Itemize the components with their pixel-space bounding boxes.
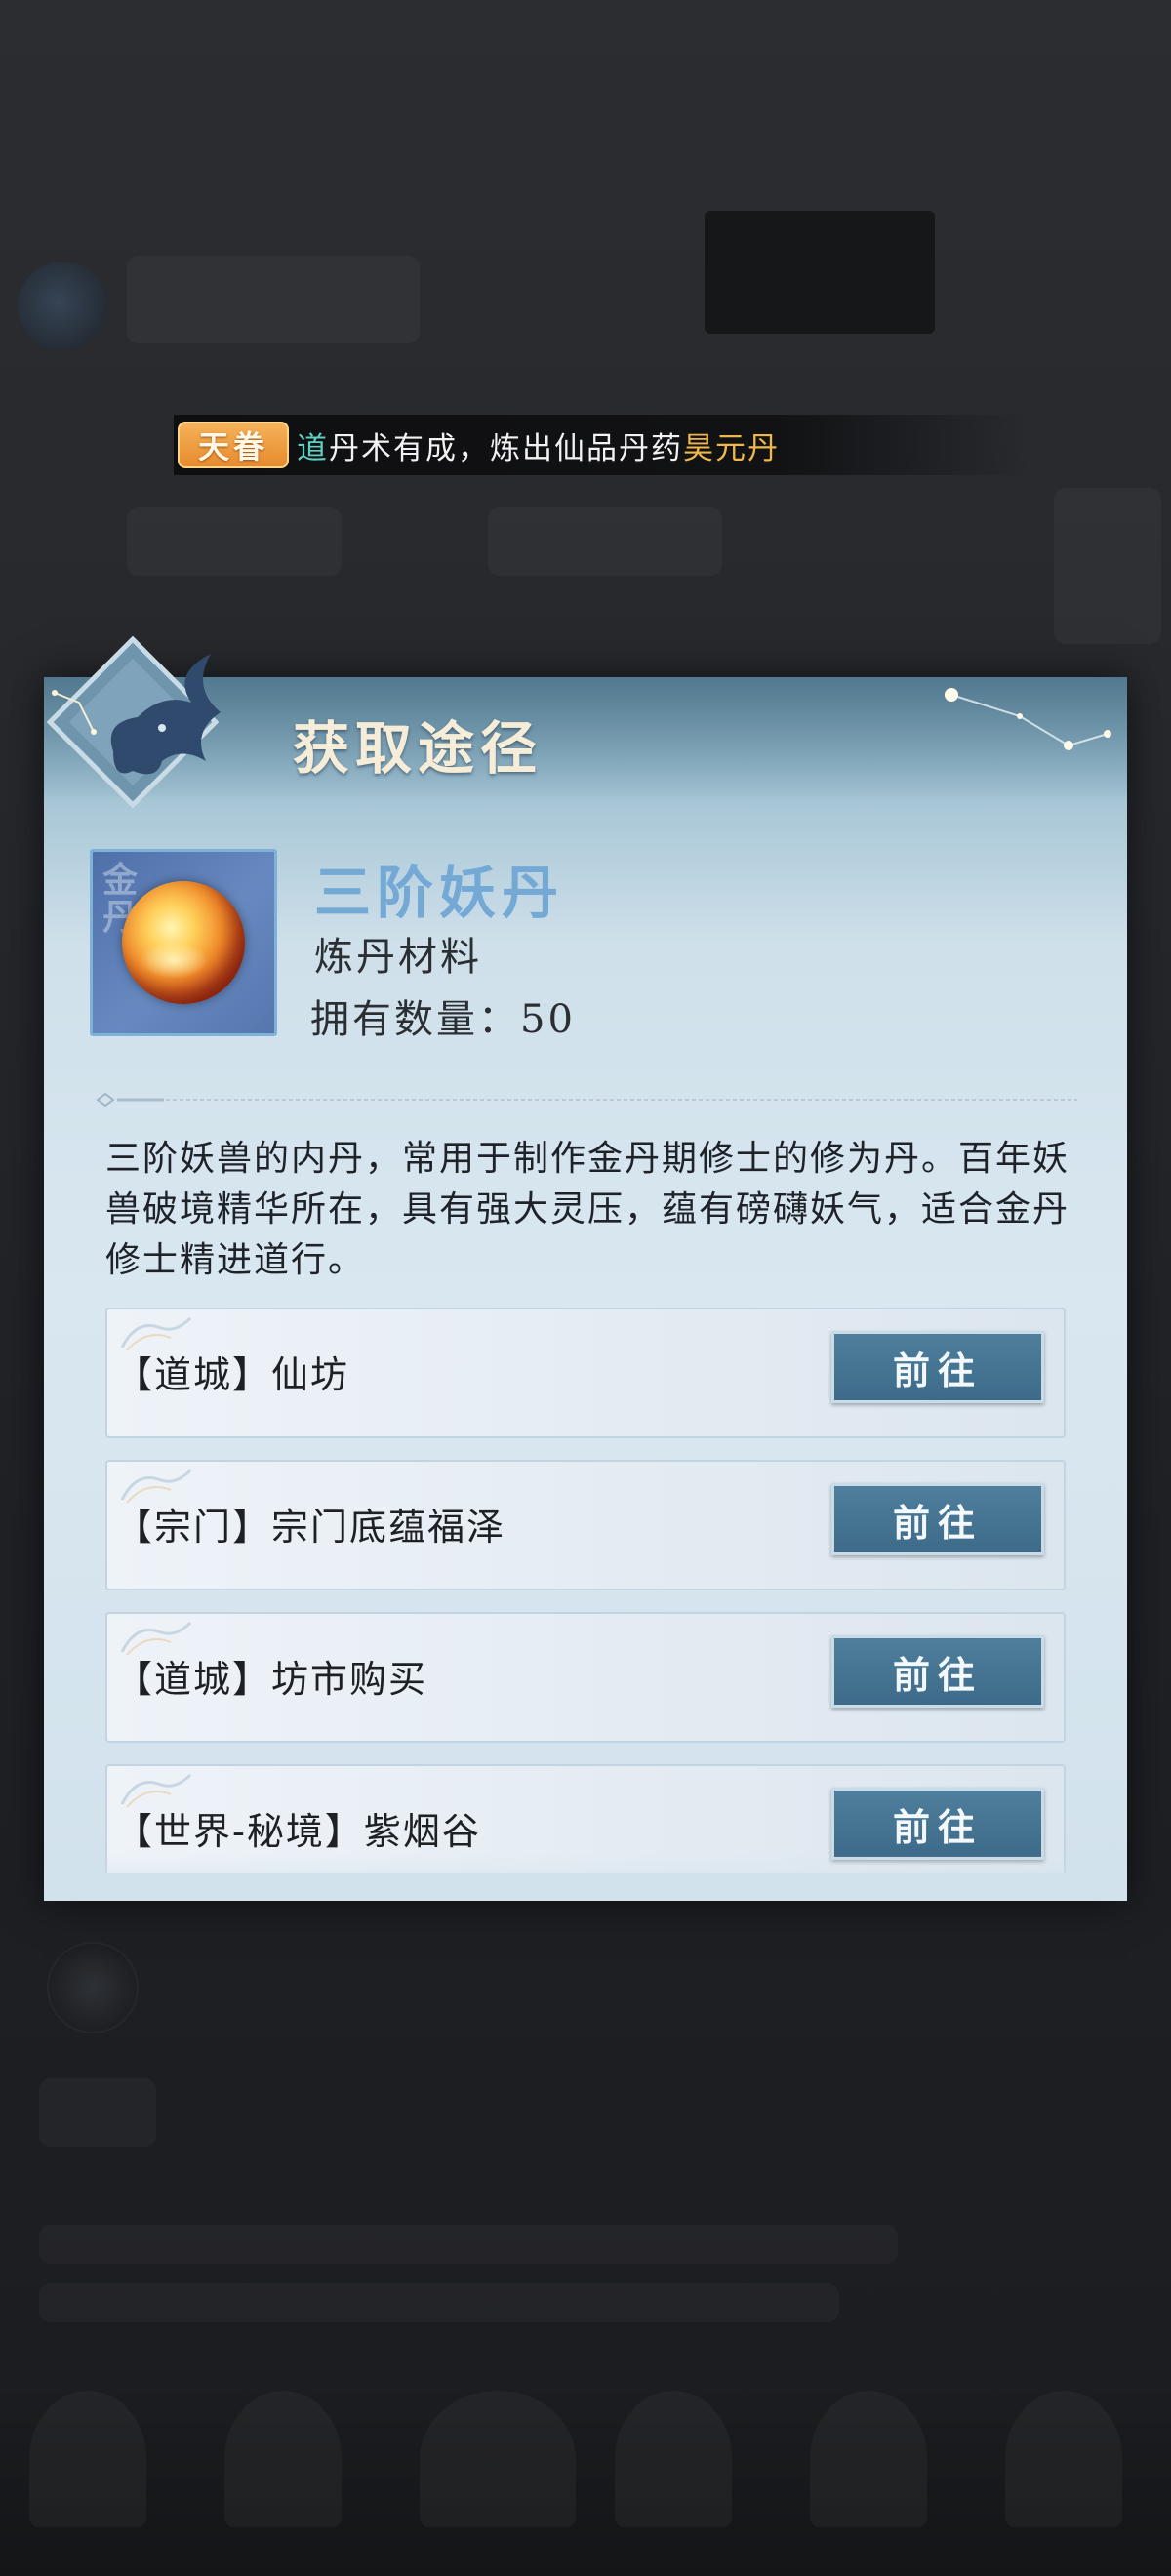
go-button[interactable]: 前往: [831, 1788, 1044, 1860]
item-type: 炼丹材料: [314, 935, 482, 980]
golden-core-orb-icon: [122, 881, 245, 1004]
announcement-badge: 天眷: [178, 422, 289, 468]
source-list[interactable]: 【道城】仙坊 前往 【宗门】宗门底蕴福泽 前往 【道城】坊市购买 前往 【世界-…: [103, 1308, 1070, 1873]
beast-crest-icon: [46, 635, 221, 809]
announcement-item: 昊元丹: [683, 430, 780, 466]
section-divider: [96, 1093, 1077, 1107]
item-count: 拥有数量：50: [310, 987, 576, 1044]
background-nav-item: [1005, 2391, 1122, 2527]
source-label: 【道城】坊市购买: [115, 1658, 428, 1701]
dialog-title: 获取途径: [293, 715, 544, 782]
announcement-text: 道丹术有成，炼出仙品丹药昊元丹: [297, 423, 780, 467]
background-nav-item: [420, 2391, 576, 2527]
source-label: 【道城】仙坊: [115, 1353, 350, 1396]
background-chat-line: [39, 2283, 839, 2322]
background-player-info: [127, 256, 420, 343]
constellation-decoration-icon: [945, 688, 1111, 750]
background-orb: [47, 1942, 139, 2033]
source-row: 【道城】坊市购买 前往: [105, 1612, 1066, 1743]
item-description: 三阶妖兽的内丹，常用于制作金丹期修士的修为丹。百年妖兽破境精华所在，具有强大灵压…: [105, 1139, 1070, 1280]
background-avatar: [18, 262, 107, 351]
background-widget: [1054, 488, 1161, 644]
background-nav-item: [810, 2391, 927, 2527]
background-widget: [127, 507, 342, 576]
background-chat-line: [39, 2225, 898, 2264]
source-label: 【世界-秘境】紫烟谷: [115, 1810, 481, 1853]
background-nav-item: [615, 2391, 732, 2527]
screen: 天眷 道丹术有成，炼出仙品丹药昊元丹 获取途径 金丹 三阶妖丹 炼丹材料 拥有数…: [0, 0, 1171, 2576]
go-button[interactable]: 前往: [831, 1331, 1044, 1403]
source-label: 【宗门】宗门底蕴福泽: [115, 1506, 506, 1549]
world-announcement: 天眷 道丹术有成，炼出仙品丹药昊元丹: [174, 415, 1032, 475]
go-button[interactable]: 前往: [831, 1635, 1044, 1708]
source-row: 【道城】仙坊 前往: [105, 1308, 1066, 1438]
announcement-body: 丹术有成，炼出仙品丹药: [329, 430, 683, 466]
item-count-label: 拥有数量：: [310, 997, 520, 1042]
background-nav-item: [224, 2391, 342, 2527]
list-scroll-fade: [44, 1854, 1127, 1901]
item-icon-frame: 金丹: [90, 849, 277, 1036]
background-bottom-nav: [0, 2381, 1171, 2576]
announcement-prefix: 道: [297, 430, 329, 466]
source-row: 【宗门】宗门底蕴福泽 前往: [105, 1460, 1066, 1590]
go-button[interactable]: 前往: [831, 1483, 1044, 1555]
item-name: 三阶妖丹: [314, 860, 565, 926]
background-panel: [705, 211, 935, 334]
background-widget: [488, 507, 722, 576]
background-nav-item: [29, 2391, 146, 2527]
item-count-value: 50: [520, 997, 576, 1042]
background-widget: [39, 2078, 156, 2147]
